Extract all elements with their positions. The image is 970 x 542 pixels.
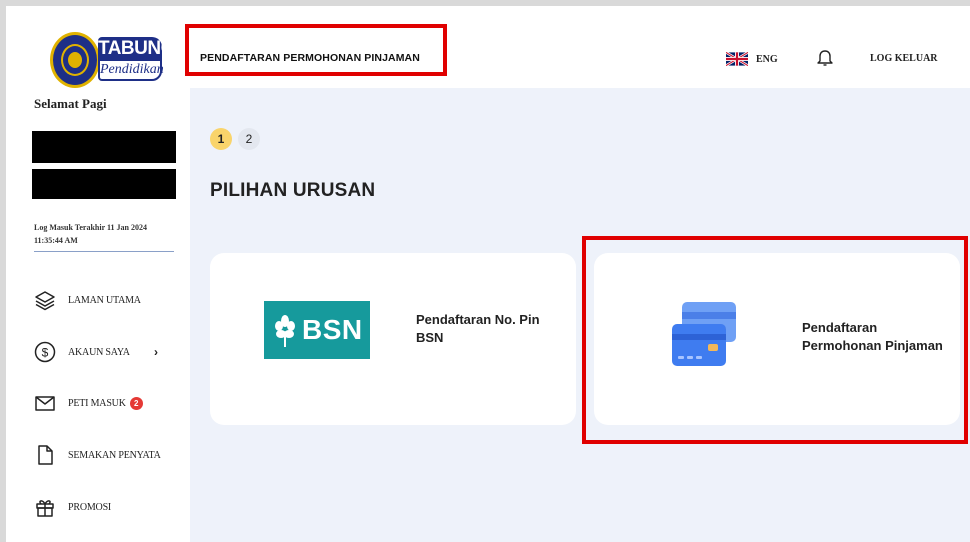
language-label: ENG bbox=[756, 53, 778, 65]
language-switch[interactable]: ENG bbox=[726, 52, 778, 66]
section-title: PILIHAN URUSAN bbox=[210, 180, 376, 201]
unread-badge: 2 bbox=[129, 396, 143, 410]
tabung-pendidikan-logo[interactable]: TABUNG Pendidikan bbox=[50, 32, 175, 90]
card-pendaftaran-permohonan-pinjaman[interactable]: Pendaftaran Permohonan Pinjaman bbox=[594, 253, 960, 425]
logout-link[interactable]: LOG KELUAR bbox=[870, 53, 938, 64]
document-icon bbox=[34, 444, 56, 466]
redacted-id bbox=[32, 169, 176, 199]
credit-cards-icon bbox=[672, 302, 736, 366]
sidebar: TABUNG Pendidikan Selamat Pagi Log Masuk… bbox=[6, 6, 190, 542]
sidebar-item-promosi[interactable]: PROMOSI bbox=[34, 493, 184, 521]
last-login-text: Log Masuk Terakhir 11 Jan 2024 11:35:44 … bbox=[34, 221, 174, 252]
card-label: Pendaftaran Permohonan Pinjaman bbox=[802, 320, 943, 353]
sidebar-item-peti-masuk[interactable]: PETI MASUK 2 bbox=[34, 389, 184, 417]
logo-wordmark: TABUNG Pendidikan bbox=[98, 37, 175, 83]
sidebar-item-label: LAMAN UTAMA bbox=[68, 294, 141, 306]
bell-icon[interactable] bbox=[816, 48, 834, 68]
sidebar-item-label: PETI MASUK bbox=[68, 397, 126, 409]
sidebar-item-laman-utama[interactable]: LAMAN UTAMA bbox=[34, 286, 184, 314]
emblem-icon bbox=[50, 32, 100, 88]
sidebar-item-semakan-penyata[interactable]: SEMAKAN PENYATA bbox=[34, 441, 184, 469]
mail-icon bbox=[34, 392, 56, 414]
gift-icon bbox=[34, 496, 56, 518]
chevron-right-icon[interactable]: › bbox=[154, 345, 158, 359]
card-pendaftaran-pin-bsn[interactable]: BSN Pendaftaran No. Pin BSN bbox=[210, 253, 576, 425]
main-content: 1 2 PILIHAN URUSAN BSN Pendaftaran No. P… bbox=[190, 88, 970, 542]
sidebar-item-akaun-saya[interactable]: $ AKAUN SAYA › bbox=[34, 338, 184, 366]
greeting: Selamat Pagi bbox=[34, 96, 107, 111]
sidebar-item-label: PROMOSI bbox=[68, 501, 112, 513]
stepper: 1 2 bbox=[210, 128, 260, 150]
step-2: 2 bbox=[238, 128, 260, 150]
redacted-name bbox=[32, 131, 176, 163]
dollar-circle-icon: $ bbox=[34, 341, 56, 363]
uk-flag-icon bbox=[726, 52, 748, 66]
tree-icon bbox=[275, 315, 295, 347]
svg-text:$: $ bbox=[42, 346, 49, 360]
page-title: PENDAFTARAN PERMOHONAN PINJAMAN bbox=[200, 52, 420, 64]
card-label: Pendaftaran No. Pin BSN bbox=[416, 312, 540, 345]
top-bar: PENDAFTARAN PERMOHONAN PINJAMAN ENG LOG … bbox=[185, 6, 970, 88]
highlight-box-title bbox=[185, 24, 447, 76]
layers-icon bbox=[34, 289, 56, 311]
bsn-logo-text: BSN bbox=[302, 314, 363, 345]
step-1: 1 bbox=[210, 128, 232, 150]
bsn-logo: BSN bbox=[264, 301, 370, 359]
sidebar-item-label: AKAUN SAYA bbox=[68, 346, 130, 358]
sidebar-item-label: SEMAKAN PENYATA bbox=[68, 449, 161, 461]
app-window: TABUNG Pendidikan Selamat Pagi Log Masuk… bbox=[6, 6, 970, 542]
